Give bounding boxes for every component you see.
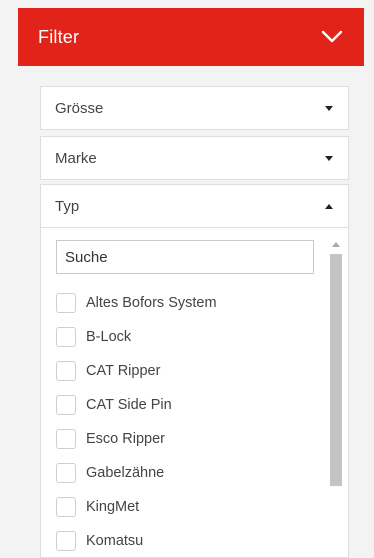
caret-up-icon [324,201,334,211]
option-label: B-Lock [86,329,132,345]
dropdown-groesse[interactable]: Grösse [40,86,349,130]
typ-options-panel: Altes Bofors System B-Lock CAT Ripper CA… [40,228,349,558]
checkbox[interactable] [56,497,76,517]
option-label: Gabelzähne [86,465,165,481]
option-label: Esco Ripper [86,431,165,447]
dropdown-label: Marke [55,149,97,167]
dropdown-label: Typ [55,197,80,215]
dropdown-marke[interactable]: Marke [40,136,349,180]
checkbox[interactable] [56,361,76,381]
list-item[interactable]: Gabelzähne [56,456,316,490]
option-label: CAT Ripper [86,363,161,379]
list-item[interactable]: KingMet [56,490,316,524]
scrollbar-thumb[interactable] [330,254,342,486]
scroll-up-arrow-icon[interactable] [332,234,340,247]
option-label: Komatsu [86,533,144,549]
scrollbar[interactable] [330,234,342,556]
checkbox[interactable] [56,463,76,483]
caret-down-icon [324,103,334,113]
checkbox[interactable] [56,395,76,415]
option-label: CAT Side Pin [86,397,172,413]
checkbox[interactable] [56,293,76,313]
checkbox[interactable] [56,327,76,347]
list-item[interactable]: Komatsu [56,524,316,558]
search-input[interactable] [56,240,314,274]
filter-header[interactable]: Filter [18,8,364,66]
filter-title: Filter [38,26,80,47]
filter-panel: Filter Grösse Marke Typ Altes [18,0,364,558]
chevron-down-icon[interactable] [320,25,344,49]
option-label: KingMet [86,499,140,515]
checkbox[interactable] [56,429,76,449]
dropdown-label: Grösse [55,99,104,117]
option-label: Altes Bofors System [86,295,217,311]
list-item[interactable]: CAT Side Pin [56,388,316,422]
list-item[interactable]: B-Lock [56,320,316,354]
list-item[interactable]: Altes Bofors System [56,286,316,320]
filter-body: Grösse Marke Typ Altes Bofors System B-L… [18,66,364,558]
dropdown-typ[interactable]: Typ [40,184,349,228]
list-item[interactable]: Esco Ripper [56,422,316,456]
options-list: Altes Bofors System B-Lock CAT Ripper CA… [56,286,316,558]
caret-down-icon [324,153,334,163]
checkbox[interactable] [56,531,76,551]
list-item[interactable]: CAT Ripper [56,354,316,388]
